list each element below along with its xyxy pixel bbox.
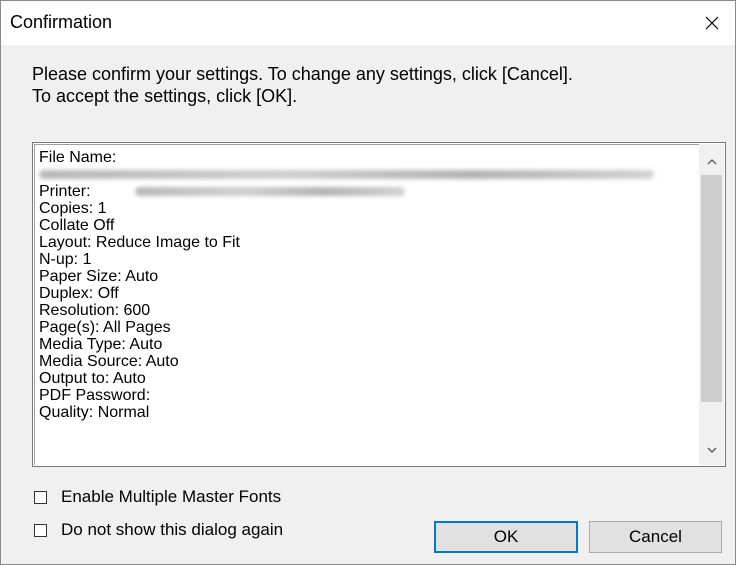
setting-copies: Copies: 1 (39, 200, 107, 217)
scroll-down-button[interactable] (699, 439, 724, 461)
vertical-scrollbar[interactable] (699, 144, 724, 465)
ok-button[interactable]: OK (434, 521, 578, 553)
setting-paper-size: Paper Size: Auto (39, 268, 159, 285)
enable-fonts-checkbox[interactable] (34, 490, 47, 504)
dont-show-option[interactable]: Do not show this dialog again (34, 520, 283, 540)
setting-pages: Page(s): All Pages (39, 319, 171, 336)
setting-layout: Layout: Reduce Image to Fit (39, 234, 240, 251)
setting-collate: Collate Off (39, 217, 115, 234)
setting-pdf-password: PDF Password: (39, 387, 151, 404)
redacted-file-name (39, 170, 654, 180)
dont-show-checkbox[interactable] (34, 523, 47, 537)
setting-output-to: Output to: Auto (39, 370, 146, 387)
chevron-down-icon (706, 446, 717, 453)
message-line-2: To accept the settings, click [OK]. (32, 86, 298, 106)
settings-list: File Name: Printer: Copies: 1 Collate Of… (39, 149, 689, 421)
printer-line: Printer: (39, 183, 689, 200)
enable-fonts-label: Enable Multiple Master Fonts (61, 487, 282, 506)
close-button[interactable] (689, 1, 735, 45)
settings-listbox[interactable]: File Name: Printer: Copies: 1 Collate Of… (32, 142, 726, 467)
close-icon (705, 16, 719, 30)
chevron-up-icon (706, 158, 717, 165)
printer-label: Printer: (39, 183, 91, 200)
setting-resolution: Resolution: 600 (39, 302, 151, 319)
setting-media-source: Media Source: Auto (39, 353, 179, 370)
scroll-thumb[interactable] (701, 175, 722, 402)
setting-duplex: Duplex: Off (39, 285, 119, 302)
redacted-printer-name (135, 187, 406, 197)
setting-quality: Quality: Normal (39, 404, 150, 421)
dont-show-label: Do not show this dialog again (61, 520, 284, 539)
confirmation-dialog: Confirmation Please confirm your setting… (0, 0, 736, 565)
cancel-button[interactable]: Cancel (589, 521, 722, 553)
confirmation-message: Please confirm your settings. To change … (32, 63, 573, 107)
title-bar: Confirmation (1, 1, 735, 45)
setting-media-type: Media Type: Auto (39, 336, 163, 353)
setting-n-up: N-up: 1 (39, 251, 92, 268)
scroll-up-button[interactable] (699, 150, 724, 172)
file-name-value-redacted (39, 166, 689, 183)
enable-fonts-option[interactable]: Enable Multiple Master Fonts (34, 487, 281, 507)
file-name-label: File Name: (39, 149, 117, 166)
message-line-1: Please confirm your settings. To change … (32, 64, 573, 84)
dialog-title: Confirmation (10, 12, 113, 32)
